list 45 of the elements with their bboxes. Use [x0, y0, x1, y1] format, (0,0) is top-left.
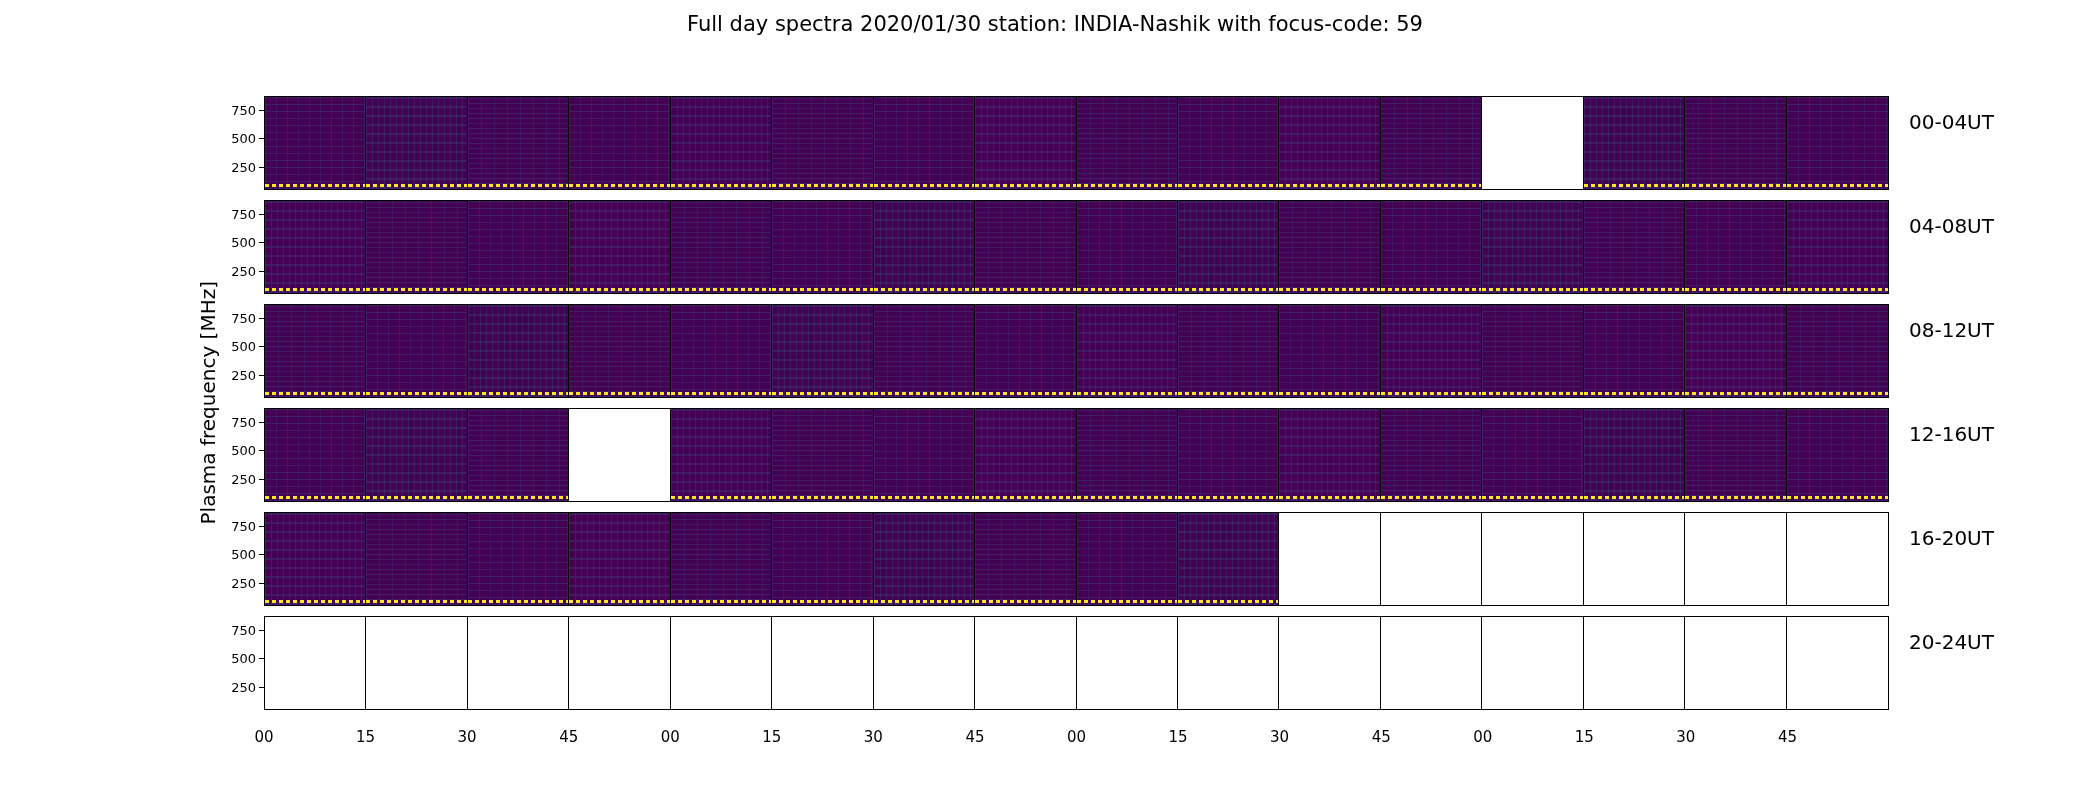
y-tick-label: 250: [231, 575, 256, 590]
y-tick-label: 250: [231, 679, 256, 694]
y-tick-label: 250: [231, 159, 256, 174]
x-tick-label: 45: [1371, 728, 1391, 746]
row-label: 16-20UT: [1909, 525, 1994, 552]
y-tick-label: 750: [231, 102, 256, 118]
y-tick-label: 250: [231, 471, 256, 486]
x-tick-label: 30: [1676, 728, 1696, 746]
x-tick-label: 15: [762, 728, 782, 746]
y-tick-label: 250: [231, 263, 256, 278]
x-tick-label: 00: [254, 728, 274, 746]
x-tick-label: 45: [559, 728, 579, 746]
y-tick-label: 500: [231, 650, 256, 666]
x-tick-label: 15: [1168, 728, 1188, 746]
row-label: 12-16UT: [1909, 421, 1994, 448]
row-label: 00-04UT: [1909, 109, 1994, 136]
x-tick-label: 30: [863, 728, 883, 746]
x-tick-label: 00: [660, 728, 680, 746]
y-tick-label: 500: [231, 546, 256, 562]
y-tick-label: 500: [231, 130, 256, 146]
x-tick-label: 15: [356, 728, 376, 746]
y-tick-label: 500: [231, 442, 256, 458]
row-label: 08-12UT: [1909, 317, 1994, 344]
y-tick-label: 750: [231, 206, 256, 222]
y-tick-label: 250: [231, 367, 256, 382]
y-tick-label: 500: [231, 338, 256, 354]
x-tick-label: 45: [1777, 728, 1797, 746]
row-label: 04-08UT: [1909, 213, 1994, 240]
y-tick-label: 750: [231, 414, 256, 430]
y-tick-label: 750: [231, 622, 256, 638]
x-tick-label: 30: [1270, 728, 1290, 746]
tick-mark: [259, 658, 264, 660]
x-tick-label: 00: [1066, 728, 1087, 746]
row-label: 20-24UT: [1909, 629, 1994, 656]
x-tick-label: 30: [457, 728, 477, 746]
x-tick-label: 15: [1574, 728, 1594, 746]
y-tick-label: 500: [231, 234, 256, 250]
y-tick-label: 750: [231, 310, 256, 326]
y-axis-label: Plasma frequency [MHz]: [195, 281, 220, 525]
y-tick-label: 750: [231, 518, 256, 534]
x-tick-label: 45: [965, 728, 985, 746]
figure-title: Full day spectra 2020/01/30 station: INDIA-Nashik with focus-code: 59: [686, 11, 1424, 38]
x-tick-label: 00: [1473, 728, 1493, 746]
tick-mark: [259, 686, 264, 688]
tick-mark: [259, 630, 264, 632]
